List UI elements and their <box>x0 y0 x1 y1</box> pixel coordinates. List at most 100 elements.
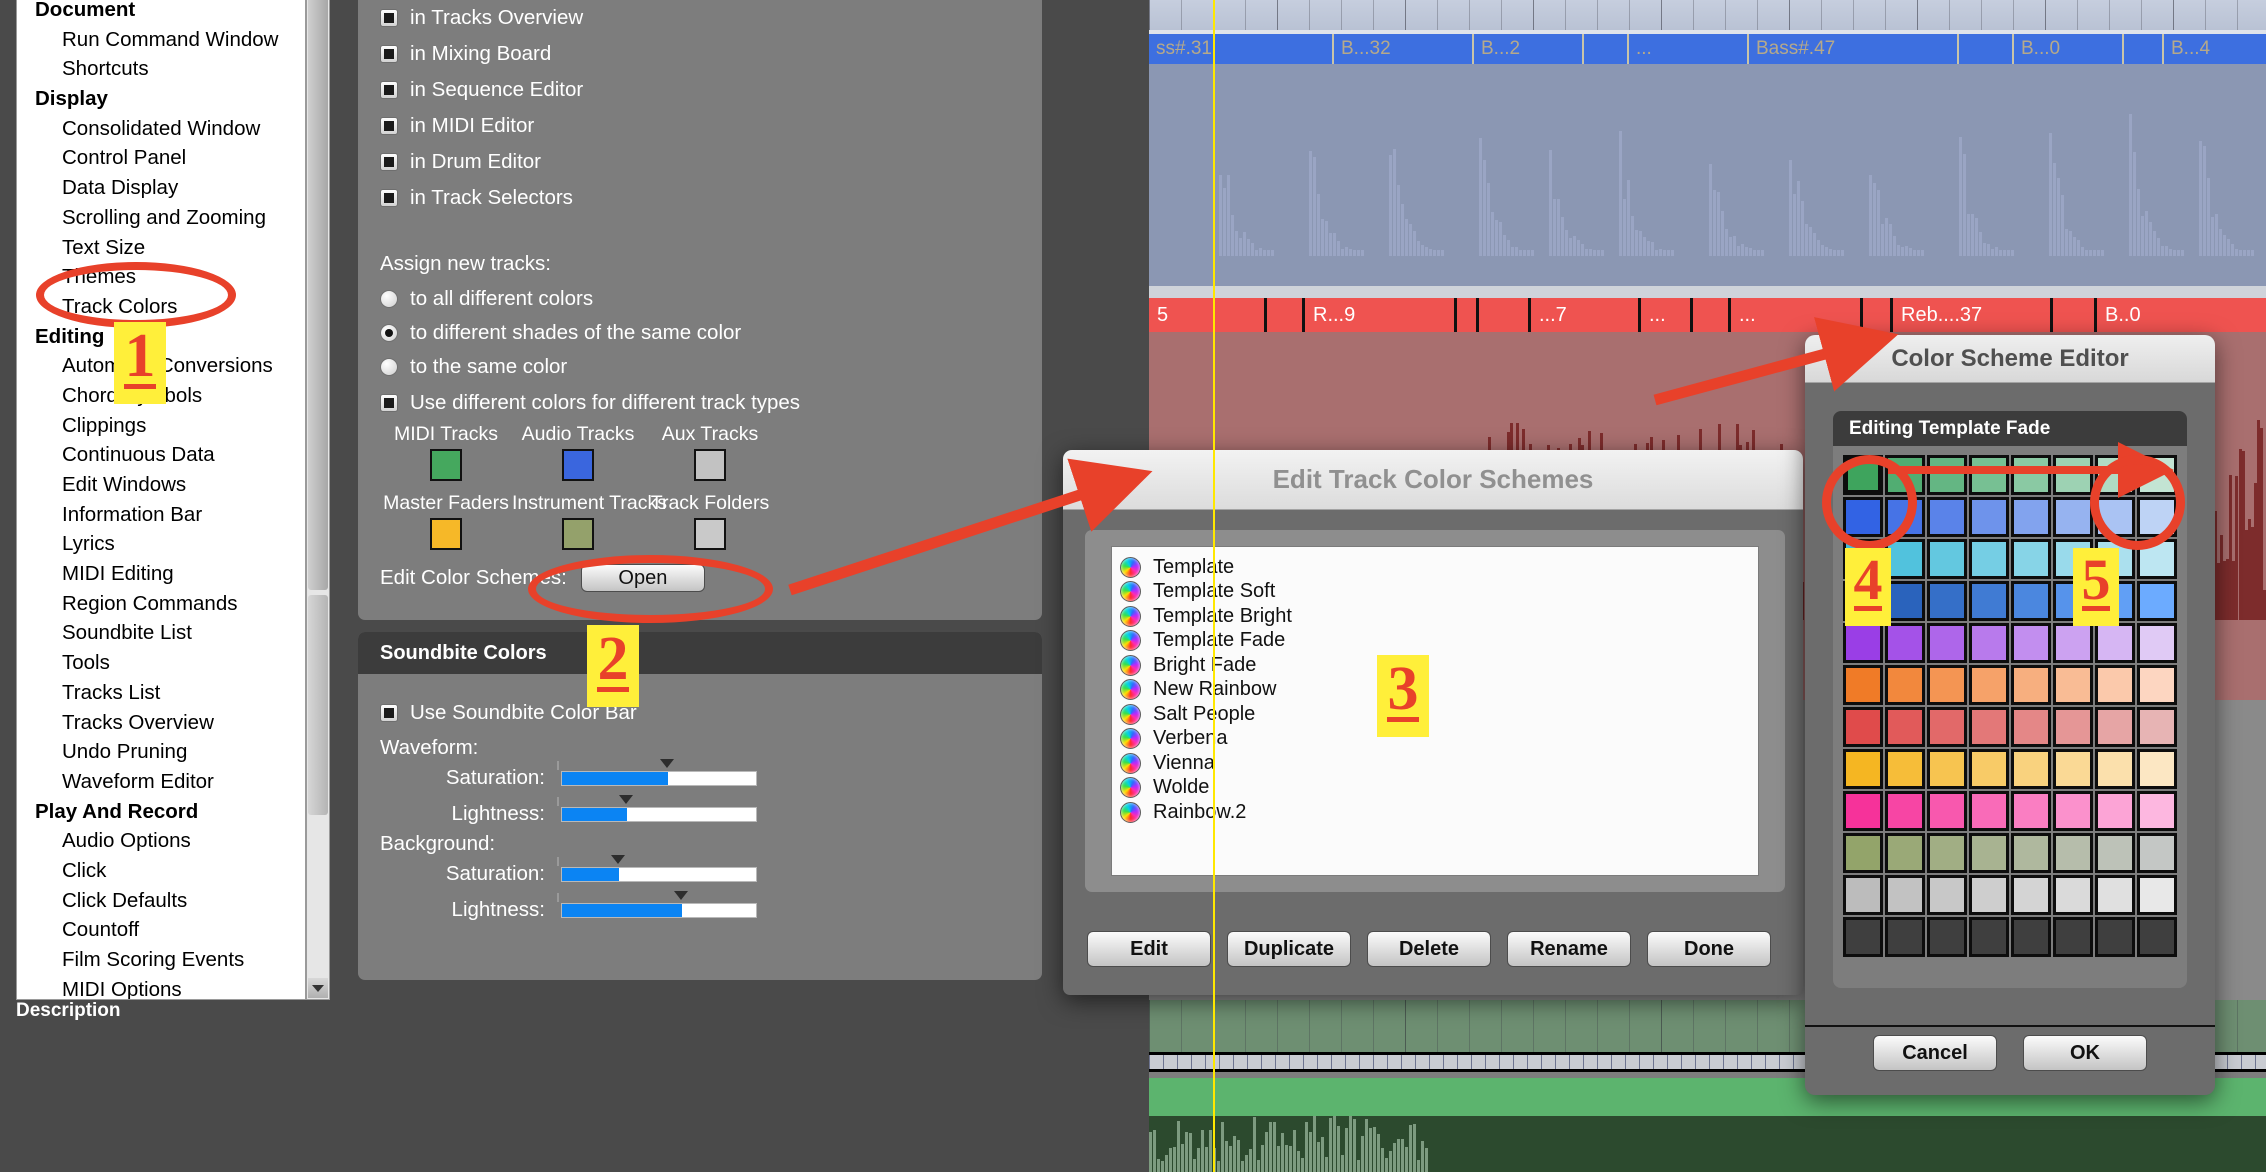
palette-swatch[interactable] <box>2095 917 2135 957</box>
list-item[interactable]: Template Fade <box>1120 629 1758 654</box>
scroll-down-arrow-icon[interactable] <box>308 978 328 998</box>
palette-swatch[interactable] <box>2137 875 2177 915</box>
use-different-colors-checkbox-row[interactable]: Use different colors for different track… <box>358 384 1042 422</box>
palette-swatch[interactable] <box>1927 665 1967 705</box>
display-checkbox[interactable] <box>380 45 398 63</box>
palette-swatch[interactable] <box>2011 539 2051 579</box>
palette-swatch[interactable] <box>1927 455 1967 495</box>
sidebar-item[interactable]: Clippings <box>17 411 305 441</box>
sidebar-item[interactable]: MIDI Editing <box>17 559 305 589</box>
palette-swatch[interactable] <box>1969 455 2009 495</box>
palette-swatch[interactable] <box>2011 875 2051 915</box>
palette-swatch[interactable] <box>2053 623 2093 663</box>
palette-swatch[interactable] <box>2137 581 2177 621</box>
sidebar-item[interactable]: Soundbite List <box>17 618 305 648</box>
midi-region[interactable]: ... <box>1629 34 1749 64</box>
slider-thumb[interactable] <box>619 795 633 804</box>
slider-thumb[interactable] <box>674 891 688 900</box>
slider-thumb[interactable] <box>660 759 674 768</box>
palette-swatch[interactable] <box>1969 749 2009 789</box>
palette-swatch[interactable] <box>1843 917 1883 957</box>
list-item[interactable]: Verbena <box>1120 727 1758 752</box>
palette-swatch[interactable] <box>2011 497 2051 537</box>
track-type-color-swatch[interactable] <box>694 449 726 481</box>
display-checkbox-row[interactable]: in Sequence Editor <box>358 72 1042 108</box>
soundbite-slider[interactable] <box>561 807 757 822</box>
display-checkbox-row[interactable]: in Track Selectors <box>358 180 1042 216</box>
palette-swatch[interactable] <box>1885 581 1925 621</box>
audio-region[interactable] <box>1457 298 1479 332</box>
midi-region[interactable]: B...0 <box>2014 34 2124 64</box>
audio-region[interactable] <box>1267 298 1305 332</box>
midi-region[interactable] <box>1959 34 2014 64</box>
sidebar-item[interactable]: Tracks Overview <box>17 708 305 738</box>
palette-swatch[interactable] <box>2053 875 2093 915</box>
audio-region[interactable] <box>1863 298 1893 332</box>
palette-swatch[interactable] <box>2095 875 2135 915</box>
sidebar-item[interactable]: Tools <box>17 648 305 678</box>
palette-swatch[interactable] <box>1885 791 1925 831</box>
sidebar-item[interactable]: Waveform Editor <box>17 767 305 797</box>
palette-swatch[interactable] <box>1885 539 1925 579</box>
midi-region[interactable]: Bass#.47 <box>1749 34 1959 64</box>
palette-swatch[interactable] <box>1927 539 1967 579</box>
palette-swatch[interactable] <box>1927 707 1967 747</box>
palette-swatch[interactable] <box>2011 581 2051 621</box>
sidebar-scrollbar-thumb-upper[interactable] <box>308 0 328 590</box>
assign-radio[interactable] <box>380 324 398 342</box>
palette-swatch[interactable] <box>1927 791 1967 831</box>
track-type-color-swatch[interactable] <box>562 449 594 481</box>
use-different-colors-checkbox[interactable] <box>380 394 398 412</box>
preferences-category-list[interactable]: Document Run Command Window Shortcuts Displ… <box>16 0 306 1000</box>
palette-swatch[interactable] <box>1843 833 1883 873</box>
palette-swatch[interactable] <box>1969 833 2009 873</box>
midi-region[interactable] <box>1584 34 1629 64</box>
edit-track-color-schemes-titlebar[interactable]: Edit Track Color Schemes <box>1063 450 1803 510</box>
assign-radio-row[interactable]: to different shades of the same color <box>358 316 1042 350</box>
sidebar-scrollbar-thumb[interactable] <box>308 595 328 815</box>
sidebar-item[interactable]: Continuous Data <box>17 440 305 470</box>
display-checkbox[interactable] <box>380 9 398 27</box>
palette-swatch[interactable] <box>1969 917 2009 957</box>
palette-swatch[interactable] <box>2053 665 2093 705</box>
slider-track[interactable] <box>561 903 757 918</box>
palette-swatch[interactable] <box>2095 623 2135 663</box>
scheme-duplicate-button[interactable]: Duplicate <box>1227 931 1351 967</box>
track-type-color-swatch[interactable] <box>430 449 462 481</box>
palette-swatch[interactable] <box>1843 707 1883 747</box>
audio-region[interactable]: B..0 <box>2097 298 2266 332</box>
sidebar-item[interactable]: Lyrics <box>17 529 305 559</box>
audio-region[interactable] <box>1693 298 1731 332</box>
slider-track[interactable] <box>561 867 757 882</box>
sidebar-item[interactable]: Text Size <box>17 233 305 263</box>
track-type-color-swatch[interactable] <box>430 518 462 550</box>
palette-swatch[interactable] <box>2053 455 2093 495</box>
audio-region[interactable]: Reb....37 <box>1893 298 2053 332</box>
palette-swatch[interactable] <box>2095 791 2135 831</box>
sidebar-item[interactable]: Data Display <box>17 173 305 203</box>
midi-region[interactable] <box>2124 34 2164 64</box>
palette-swatch[interactable] <box>1969 581 2009 621</box>
color-scheme-editor-titlebar[interactable]: Color Scheme Editor <box>1805 335 2215 383</box>
sidebar-item[interactable]: Information Bar <box>17 500 305 530</box>
list-item[interactable]: Vienna <box>1120 751 1758 776</box>
palette-swatch[interactable] <box>2095 665 2135 705</box>
display-checkbox[interactable] <box>380 117 398 135</box>
sidebar-item[interactable]: Scrolling and Zooming <box>17 203 305 233</box>
palette-swatch[interactable] <box>1969 497 2009 537</box>
palette-swatch[interactable] <box>1927 497 1967 537</box>
palette-swatch[interactable] <box>2137 791 2177 831</box>
list-item[interactable]: Bright Fade <box>1120 653 1758 678</box>
palette-swatch[interactable] <box>1885 749 1925 789</box>
palette-swatch[interactable] <box>2011 665 2051 705</box>
palette-swatch[interactable] <box>2011 791 2051 831</box>
sidebar-item[interactable]: MIDI Options <box>17 975 305 1000</box>
palette-swatch[interactable] <box>1885 623 1925 663</box>
slider-track[interactable] <box>561 771 757 786</box>
sidebar-item[interactable]: Edit Windows <box>17 470 305 500</box>
palette-swatch[interactable] <box>1969 707 2009 747</box>
palette-swatch[interactable] <box>1885 833 1925 873</box>
palette-swatch[interactable] <box>2011 455 2051 495</box>
palette-swatch[interactable] <box>1885 665 1925 705</box>
audio-region[interactable]: ... <box>1641 298 1693 332</box>
